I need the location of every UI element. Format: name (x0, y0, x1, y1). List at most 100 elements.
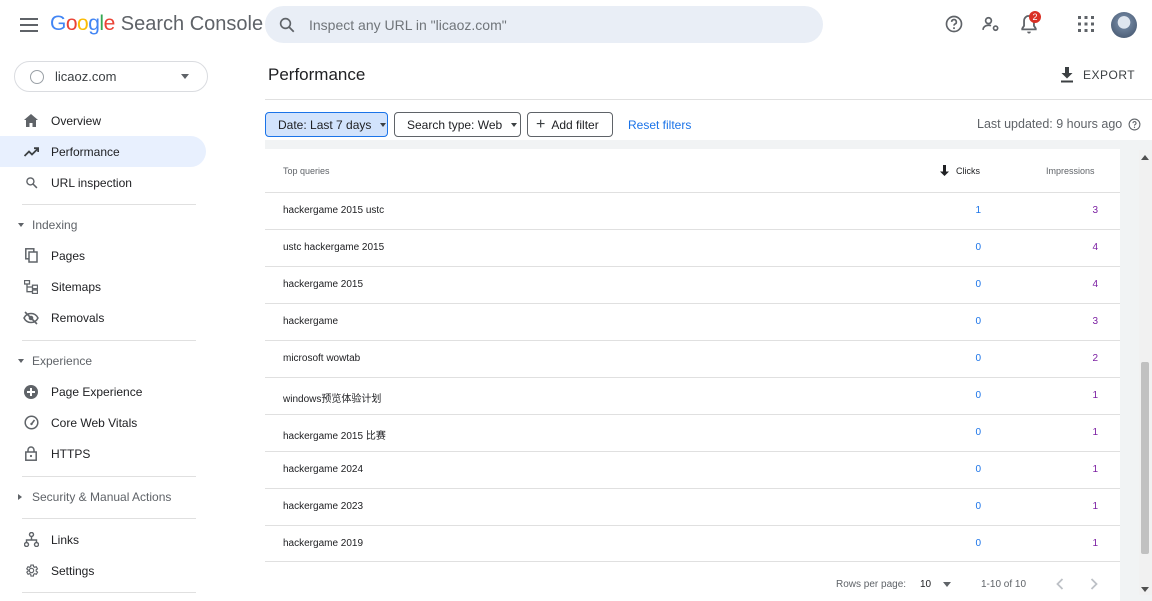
date-filter-chip[interactable]: Date: Last 7 days (265, 112, 388, 137)
date-filter-label: Date: Last 7 days (278, 117, 372, 132)
account-avatar[interactable] (1111, 12, 1137, 38)
globe-icon (30, 69, 44, 84)
query-cell: hackergame 2015 比赛 (283, 431, 386, 442)
page-title: Performance (268, 65, 366, 84)
chevron-down-icon (181, 74, 189, 79)
scroll-up-arrow-icon[interactable] (1141, 155, 1149, 160)
sidebar-item-overview[interactable]: Overview (0, 105, 206, 136)
table-row[interactable]: windows预览体验计划 0 1 (265, 377, 1120, 414)
impressions-cell: 4 (1092, 279, 1098, 290)
column-header-clicks[interactable]: Clicks (956, 166, 980, 176)
sidebar-item-label: Overview (51, 113, 102, 128)
search-icon (279, 17, 295, 32)
query-cell: hackergame (283, 316, 339, 327)
sidebar-item-performance[interactable]: Performance (0, 136, 206, 167)
expand-arrow-icon (18, 223, 24, 227)
sidebar-item-sitemaps[interactable]: Sitemaps (0, 271, 206, 302)
scrollbar-thumb[interactable] (1141, 362, 1149, 554)
table-row[interactable]: hackergame 0 3 (265, 303, 1120, 340)
apps-grid-icon (1078, 16, 1094, 32)
table-row[interactable]: hackergame 2015 比赛 0 1 (265, 414, 1120, 451)
clicks-cell: 0 (975, 316, 981, 327)
sidebar-item-links[interactable]: Links (0, 524, 206, 555)
query-cell: hackergame 2015 (283, 279, 364, 290)
chevron-down-icon (380, 122, 387, 127)
logo-letter: o (65, 12, 78, 35)
column-header-query[interactable]: Top queries (283, 166, 330, 176)
pagination-range: 1-10 of 10 (981, 579, 1027, 590)
plus-circle-icon (23, 384, 39, 400)
clicks-cell: 1 (975, 205, 981, 216)
table-row[interactable]: hackergame 2023 0 1 (265, 488, 1120, 525)
reset-filters-button[interactable]: Reset filters (628, 118, 691, 132)
search-input[interactable] (309, 16, 789, 33)
sidebar-item-pages[interactable]: Pages (0, 240, 206, 271)
rows-per-page-select[interactable]: 10 (920, 579, 931, 590)
google-wordmark: Google (50, 12, 115, 36)
main-menu-button[interactable] (16, 12, 42, 38)
sidebar-section-indexing[interactable]: Indexing (0, 215, 206, 235)
sidebar-divider (22, 592, 196, 593)
property-selector[interactable]: licaoz.com (14, 61, 208, 92)
sidebar-item-url-inspection[interactable]: URL inspection (0, 167, 206, 198)
export-label: EXPORT (1083, 68, 1136, 82)
scroll-down-arrow-icon[interactable] (1141, 587, 1149, 592)
expand-arrow-icon (18, 359, 24, 363)
column-header-impressions[interactable]: Impressions (1046, 166, 1095, 176)
export-button[interactable]: EXPORT (1060, 66, 1135, 84)
sidebar-item-label: Pages (51, 248, 86, 263)
previous-page-icon[interactable] (1056, 578, 1064, 590)
sidebar-item-page-experience[interactable]: Page Experience (0, 376, 206, 407)
sidebar-item-core-web-vitals[interactable]: Core Web Vitals (0, 407, 206, 438)
clicks-cell: 0 (975, 501, 981, 512)
section-label: Indexing (32, 218, 78, 232)
table-row[interactable]: ustc hackergame 2015 0 4 (265, 229, 1120, 266)
impressions-cell: 1 (1092, 390, 1098, 401)
next-page-icon[interactable] (1090, 578, 1098, 590)
sidebar-item-label: Performance (51, 144, 120, 159)
url-inspect-search[interactable] (265, 6, 823, 43)
manage-users-button[interactable] (980, 13, 1002, 35)
query-cell: hackergame 2015 ustc (283, 205, 385, 216)
table-row[interactable]: hackergame 2024 0 1 (265, 451, 1120, 488)
clicks-cell: 0 (975, 390, 981, 401)
impressions-cell: 4 (1092, 242, 1098, 253)
search-type-chip[interactable]: Search type: Web (394, 112, 521, 137)
sitemap-icon (23, 279, 39, 295)
sidebar-item-https[interactable]: HTTPS (0, 438, 206, 469)
help-button[interactable] (943, 13, 965, 35)
table-row[interactable]: hackergame 2015 ustc 1 3 (265, 192, 1120, 229)
search-type-label: Search type: Web (407, 117, 503, 132)
chevron-down-icon[interactable] (943, 582, 951, 587)
product-name: Search Console (120, 13, 264, 35)
query-cell: windows预览体验计划 (283, 394, 382, 405)
sidebar-section-security[interactable]: Security & Manual Actions (0, 487, 206, 507)
top-bar: Google Search Console 2 (0, 0, 1152, 50)
logo-letter: o (77, 12, 89, 35)
sort-arrow-down-icon (940, 165, 949, 176)
query-cell: hackergame 2019 (283, 538, 364, 549)
table-row[interactable]: hackergame 2019 0 1 (265, 525, 1120, 562)
links-icon (23, 532, 39, 548)
pages-icon (23, 248, 39, 264)
sidebar-item-removals[interactable]: Removals (0, 302, 206, 333)
property-name: licaoz.com (55, 69, 117, 84)
help-icon[interactable] (1128, 118, 1141, 131)
clicks-cell: 0 (975, 538, 981, 549)
header-divider (265, 99, 1152, 100)
notification-badge: 2 (1029, 11, 1041, 23)
menu-icon (20, 18, 38, 32)
search-console-logo[interactable]: Google Search Console (50, 12, 263, 38)
query-cell: hackergame 2023 (283, 501, 364, 512)
download-icon (1061, 67, 1073, 83)
add-filter-button[interactable]: + Add filter (527, 112, 613, 137)
sidebar-section-experience[interactable]: Experience (0, 351, 206, 371)
table-row[interactable]: hackergame 2015 0 4 (265, 266, 1120, 303)
sidebar-item-settings[interactable]: Settings (0, 555, 206, 586)
last-updated-text: Last updated: 9 hours ago (977, 117, 1123, 131)
sidebar-item-label: URL inspection (51, 175, 132, 190)
apps-button[interactable] (1075, 13, 1097, 35)
logo-letter: e (103, 12, 116, 35)
sidebar-item-label: Core Web Vitals (51, 415, 138, 430)
table-row[interactable]: microsoft wowtab 0 2 (265, 340, 1120, 377)
